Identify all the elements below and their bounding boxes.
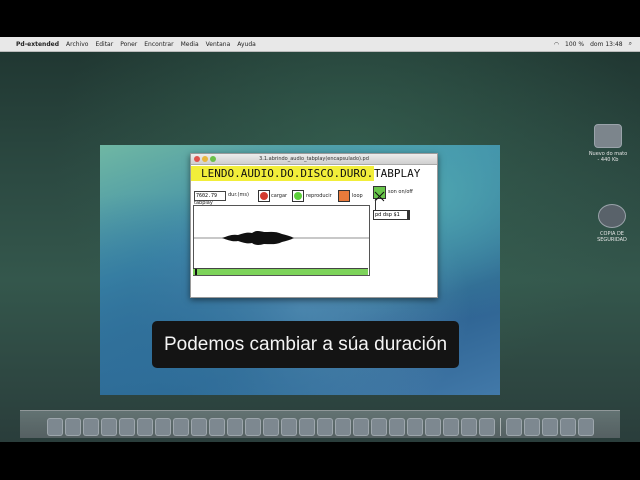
play-label: reproducir (306, 193, 332, 199)
playback-position (194, 269, 197, 275)
waveform-shape (222, 231, 294, 245)
close-button[interactable] (194, 156, 200, 162)
dock-app-icon[interactable] (334, 418, 351, 436)
wifi-icon[interactable]: ◠ (554, 41, 559, 48)
menu-app-name[interactable]: Pd-extended (16, 41, 59, 48)
dock-app-icon[interactable] (136, 418, 153, 436)
folder-icon (594, 124, 622, 148)
dock-app-icon[interactable] (298, 418, 315, 436)
dock-separator (499, 418, 501, 436)
dock-app-icon[interactable] (460, 418, 477, 436)
patch-banner-tail: TABPLAY (374, 167, 421, 180)
sound-toggle-label: son on/off (388, 189, 413, 195)
dock-app-icon[interactable] (46, 418, 63, 436)
time-machine-icon (598, 204, 626, 228)
menu-item-media[interactable]: Media (181, 41, 199, 48)
dock-app-icon[interactable] (478, 418, 495, 436)
dock-app-icon[interactable] (316, 418, 333, 436)
dock-app-icon[interactable] (577, 418, 594, 436)
battery-status[interactable]: 100 % (565, 41, 584, 48)
duration-label: dur.(ms) (228, 192, 249, 198)
dock (20, 410, 620, 438)
waveform-array[interactable] (193, 205, 370, 276)
menu-item-ventana[interactable]: Ventana (206, 41, 231, 48)
dock-app-icon[interactable] (541, 418, 558, 436)
dock-app-icon[interactable] (190, 418, 207, 436)
patch-banner: LENDO.AUDIO.DO.DISCO.DURO. (191, 166, 374, 181)
dock-app-icon[interactable] (406, 418, 423, 436)
menu-item-encontrar[interactable]: Encontrar (144, 41, 173, 48)
dock-app-icon[interactable] (352, 418, 369, 436)
dock-app-icon[interactable] (523, 418, 540, 436)
loop-bang-circle (340, 192, 348, 200)
load-label: cargar (271, 193, 288, 199)
window-title: 3.1.abrindo_audio_tabplay(encapsulado).p… (259, 156, 369, 162)
window-titlebar[interactable]: 3.1.abrindo_audio_tabplay(encapsulado).p… (191, 154, 437, 165)
waveform-plot (194, 231, 369, 245)
dock-app-icon[interactable] (100, 418, 117, 436)
loop-bang[interactable] (338, 190, 350, 202)
dsp-message-box[interactable]: pd dsp $1 (373, 210, 410, 220)
dock-app-icon[interactable] (226, 418, 243, 436)
menu-item-archivo[interactable]: Archivo (66, 41, 88, 48)
load-bang[interactable] (258, 190, 270, 202)
toggle-wire (375, 198, 376, 210)
load-bang-circle (260, 192, 268, 200)
desktop-backup-label: COPIA DE SEGURIDAD (597, 231, 627, 243)
dock-app-icon[interactable] (442, 418, 459, 436)
dock-app-icon[interactable] (388, 418, 405, 436)
play-bang[interactable] (292, 190, 304, 202)
dock-app-icon[interactable] (244, 418, 261, 436)
dock-app-icon[interactable] (505, 418, 522, 436)
desktop-folder[interactable]: Nuevo do mato - 440 Kb (588, 124, 628, 163)
dock-app-icon[interactable] (64, 418, 81, 436)
clock[interactable]: dom 13:48 (590, 41, 623, 48)
menu-item-poner[interactable]: Poner (120, 41, 137, 48)
dock-app-icon[interactable] (280, 418, 297, 436)
play-bang-circle (294, 192, 302, 200)
dock-app-icon[interactable] (559, 418, 576, 436)
desktop-backup[interactable]: COPIA DE SEGURIDAD (592, 204, 632, 243)
dock-app-icon[interactable] (118, 418, 135, 436)
video-subtitle: Podemos cambiar a súa duración (152, 321, 459, 368)
dock-app-icon[interactable] (424, 418, 441, 436)
pd-patch-window: 3.1.abrindo_audio_tabplay(encapsulado).p… (190, 153, 438, 298)
loop-label: loop (352, 193, 363, 199)
search-icon[interactable]: ⌕ (629, 40, 632, 48)
playback-progress (193, 268, 368, 275)
menubar: Pd-extended Archivo Editar Poner Encontr… (0, 37, 640, 52)
menu-item-ayuda[interactable]: Ayuda (237, 41, 256, 48)
dock-app-icon[interactable] (262, 418, 279, 436)
menu-item-editar[interactable]: Editar (95, 41, 113, 48)
dock-app-icon[interactable] (154, 418, 171, 436)
zoom-button[interactable] (210, 156, 216, 162)
dock-app-icon[interactable] (208, 418, 225, 436)
dock-app-icon[interactable] (370, 418, 387, 436)
desktop-folder-label: Nuevo do mato - 440 Kb (588, 151, 628, 163)
minimize-button[interactable] (202, 156, 208, 162)
dock-app-icon[interactable] (172, 418, 189, 436)
dock-app-icon[interactable] (82, 418, 99, 436)
